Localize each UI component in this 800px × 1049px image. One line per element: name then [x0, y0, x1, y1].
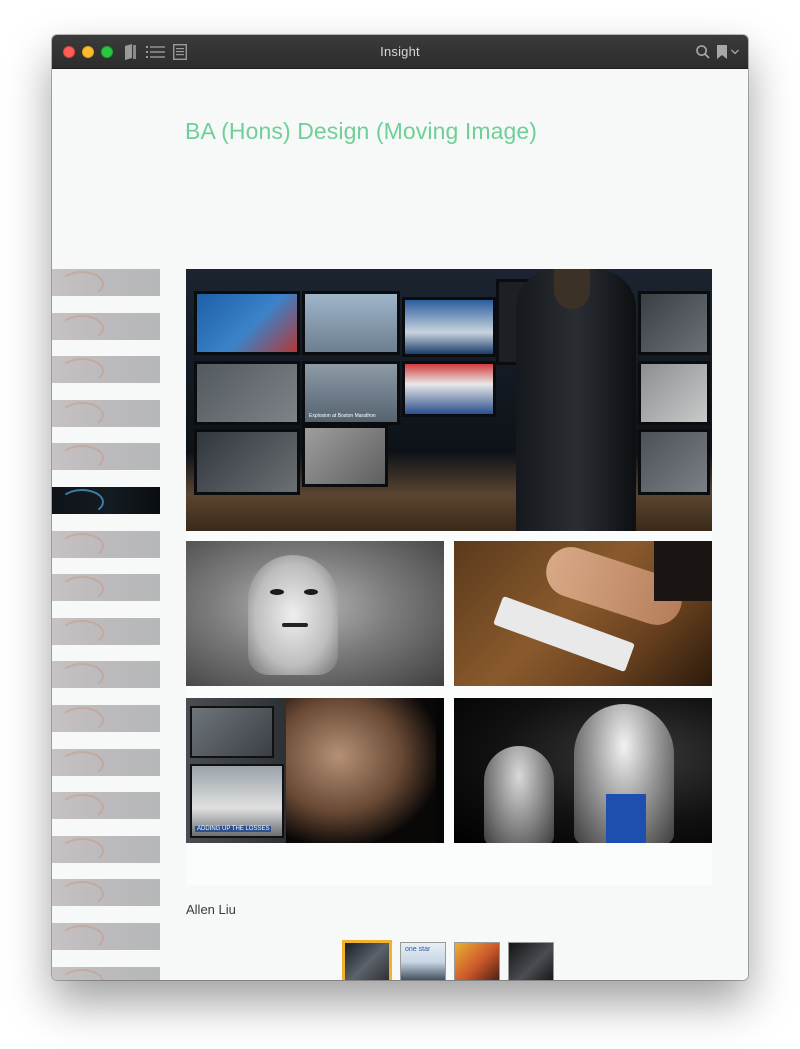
sidebar-thumbnail[interactable] [52, 835, 160, 864]
sidebar-thumbnail[interactable] [52, 269, 160, 297]
sidebar-thumbnail[interactable] [52, 748, 160, 777]
page-thumbnail-1[interactable] [342, 940, 392, 980]
sidebar-thumbnail[interactable] [52, 705, 160, 733]
page-thumbnail-3[interactable] [454, 942, 500, 980]
sidebar-thumbnail[interactable] [52, 923, 160, 951]
window-title: Insight [380, 44, 420, 59]
sidebar-thumbnail[interactable] [52, 443, 160, 472]
sidebar-thumbnail[interactable] [52, 574, 160, 603]
sidebar-thumbnail[interactable] [52, 661, 160, 690]
hands-on-keyboard-photo[interactable] [454, 541, 712, 686]
search-icon[interactable] [695, 42, 711, 61]
sidebar-thumbnail[interactable] [52, 399, 160, 428]
image-gallery: Explosion at Boston Marathon ADDING UP T… [186, 269, 712, 885]
sidebar-thumbnail[interactable] [52, 312, 160, 341]
app-window: Insight BA (Hons) Design (Moving Image) … [52, 35, 748, 980]
sidebar-thumbnail[interactable] [52, 617, 160, 646]
book-page: BA (Hons) Design (Moving Image) Explosio… [52, 69, 748, 980]
sidebar-thumbnail[interactable] [52, 356, 160, 385]
sidebar-thumbnail[interactable] [52, 879, 160, 908]
sidebar-thumbnail[interactable] [52, 792, 160, 821]
screen-caption: Explosion at Boston Marathon [309, 413, 376, 419]
thumbnail-text: one star [405, 946, 431, 953]
video-wall-photo[interactable]: Explosion at Boston Marathon [186, 269, 712, 531]
page-thumbnail-2[interactable]: one star [400, 942, 446, 980]
sidebar-thumbnail-active[interactable] [52, 487, 160, 515]
chevron-down-icon[interactable] [730, 42, 740, 61]
two-masked-figures-photo[interactable] [454, 698, 712, 843]
page-title: BA (Hons) Design (Moving Image) [185, 118, 538, 144]
masked-figure-photo[interactable] [186, 541, 444, 686]
page-thumbnail-4[interactable] [508, 942, 554, 980]
author-name: Allen Liu [186, 902, 236, 917]
bookmark-icon[interactable] [716, 42, 728, 61]
sidebar-thumbnail[interactable] [52, 530, 160, 559]
inset-caption: ADDING UP THE LOSSES [195, 826, 272, 832]
title-bar: Insight [52, 35, 748, 69]
man-profile-photo[interactable]: ADDING UP THE LOSSES [186, 698, 444, 843]
sidebar-thumbnail[interactable] [52, 966, 160, 980]
